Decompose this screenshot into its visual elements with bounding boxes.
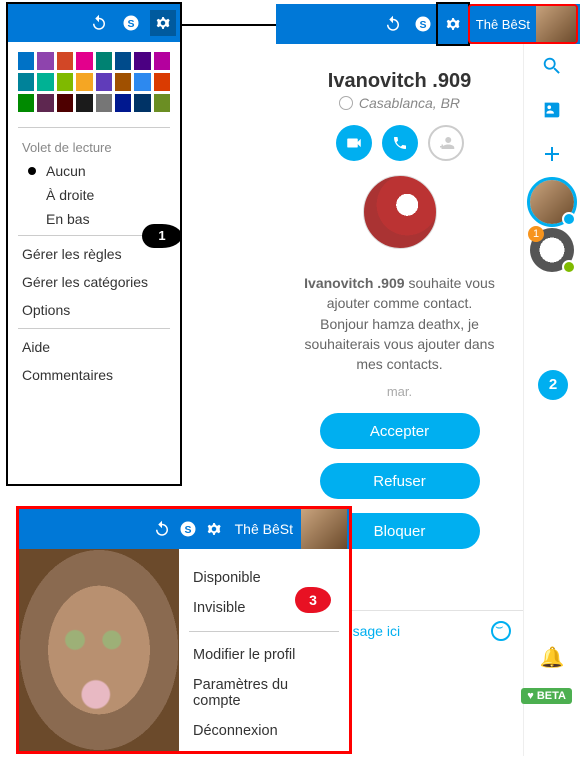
profile-picture (19, 549, 179, 751)
callout-2: 2 (538, 370, 568, 400)
swatch[interactable] (115, 94, 131, 112)
request-line2: Bonjour hamza deathx, je souhaiterais vo… (305, 316, 495, 373)
skype-icon[interactable]: S (175, 516, 201, 542)
contact-location: Casablanca, BR (276, 95, 523, 111)
contact-location-text: Casablanca, BR (359, 95, 460, 111)
swatch[interactable] (134, 73, 150, 91)
active-chat-avatar[interactable] (530, 180, 574, 224)
skype-topbar: S Thê BêSt (276, 4, 580, 44)
gear-icon[interactable] (201, 516, 227, 542)
swatch[interactable] (76, 94, 92, 112)
swatch[interactable] (154, 52, 170, 70)
chat-avatar[interactable]: 1 (530, 228, 574, 272)
account-name[interactable]: Thê BêSt (227, 521, 301, 537)
request-bold-name: Ivanovitch .909 (304, 275, 404, 291)
swatch[interactable] (115, 73, 131, 91)
theme-color-swatches (8, 42, 180, 123)
swatch[interactable] (76, 52, 92, 70)
unread-badge: 1 (528, 226, 544, 242)
swatch[interactable] (57, 73, 73, 91)
video-call-button[interactable] (336, 125, 372, 161)
beta-label: BETA (537, 690, 566, 702)
callout-1: 1 (142, 224, 182, 248)
swatch[interactable] (18, 73, 34, 91)
account-name-pill[interactable]: Thê BêSt (468, 4, 578, 44)
swatch[interactable] (96, 73, 112, 91)
refuse-button[interactable]: Refuser (320, 463, 480, 499)
avatar (536, 4, 576, 44)
logout-link[interactable]: Déconnexion (189, 716, 339, 746)
swatch[interactable] (57, 94, 73, 112)
request-text-1: Ivanovitch .909 souhaite vous ajouter co… (294, 273, 505, 374)
profile-menu-list: Disponible Invisible Modifier le profil … (179, 549, 349, 751)
reading-pane-label: Volet de lecture (8, 132, 180, 159)
edit-profile-link[interactable]: Modifier le profil (189, 640, 339, 670)
globe-icon (339, 96, 353, 110)
profile-menu-panel: S Thê BêSt Disponible Invisible Modifier… (16, 506, 352, 754)
swatch[interactable] (96, 52, 112, 70)
emoji-icon[interactable] (491, 621, 511, 641)
svg-text:S: S (127, 18, 134, 30)
account-settings-link[interactable]: Paramètres du compte (189, 670, 339, 716)
undo-icon[interactable] (378, 4, 408, 44)
divider (18, 127, 170, 128)
contact-avatar (363, 175, 437, 249)
swatch[interactable] (18, 52, 34, 70)
skype-icon[interactable]: S (408, 4, 438, 44)
undo-icon[interactable] (86, 10, 112, 36)
svg-text:S: S (419, 19, 426, 31)
avatar[interactable] (301, 509, 347, 549)
swatch[interactable] (37, 94, 53, 112)
swatch[interactable] (115, 52, 131, 70)
reading-pane-right-label: À droite (46, 187, 94, 203)
radio-dot (28, 215, 36, 223)
reading-pane-bottom-label: En bas (46, 211, 90, 227)
settings-menu-panel: S (6, 2, 182, 486)
add-contact-button[interactable] (428, 125, 464, 161)
reading-pane-none[interactable]: Aucun (8, 159, 180, 183)
callout-3: 3 (295, 587, 331, 613)
swatch[interactable] (134, 52, 150, 70)
account-name: Thê BêSt (470, 17, 536, 32)
swatch[interactable] (96, 94, 112, 112)
bell-icon[interactable]: 🔔 (524, 645, 580, 670)
add-icon[interactable] (524, 132, 580, 176)
options-link[interactable]: Options (8, 296, 180, 324)
swatch[interactable] (154, 94, 170, 112)
search-icon[interactable] (524, 44, 580, 88)
swatch[interactable] (134, 94, 150, 112)
reading-pane-none-label: Aucun (46, 163, 86, 179)
divider (189, 631, 339, 632)
svg-text:S: S (184, 524, 191, 536)
help-link[interactable]: Aide (8, 333, 180, 361)
divider (18, 328, 170, 329)
profile-menu-toolbar: S Thê BêSt (19, 509, 349, 549)
contact-name: Ivanovitch .909 (276, 70, 523, 93)
swatch[interactable] (154, 73, 170, 91)
profile-menu-body: Disponible Invisible Modifier le profil … (19, 549, 349, 751)
radio-dot-selected (28, 167, 36, 175)
reading-pane-right[interactable]: À droite (8, 183, 180, 207)
skype-icon[interactable]: S (118, 10, 144, 36)
swatch[interactable] (18, 94, 34, 112)
contact-action-row (276, 125, 523, 161)
settings-menu-toolbar: S (8, 4, 180, 42)
status-dot (562, 212, 576, 226)
status-dot (562, 260, 576, 274)
beta-badge: ♥ BETA (521, 688, 572, 704)
swatch[interactable] (37, 73, 53, 91)
swatch[interactable] (76, 73, 92, 91)
audio-call-button[interactable] (382, 125, 418, 161)
gear-icon[interactable] (438, 4, 468, 44)
gear-icon[interactable] (150, 10, 176, 36)
accept-button[interactable]: Accepter (320, 413, 480, 449)
radio-dot (28, 191, 36, 199)
request-day: mar. (276, 384, 523, 399)
swatch[interactable] (37, 52, 53, 70)
manage-categories-link[interactable]: Gérer les catégories (8, 268, 180, 296)
undo-icon[interactable] (149, 516, 175, 542)
swatch[interactable] (57, 52, 73, 70)
contacts-icon[interactable] (524, 88, 580, 132)
feedback-link[interactable]: Commentaires (8, 361, 180, 389)
